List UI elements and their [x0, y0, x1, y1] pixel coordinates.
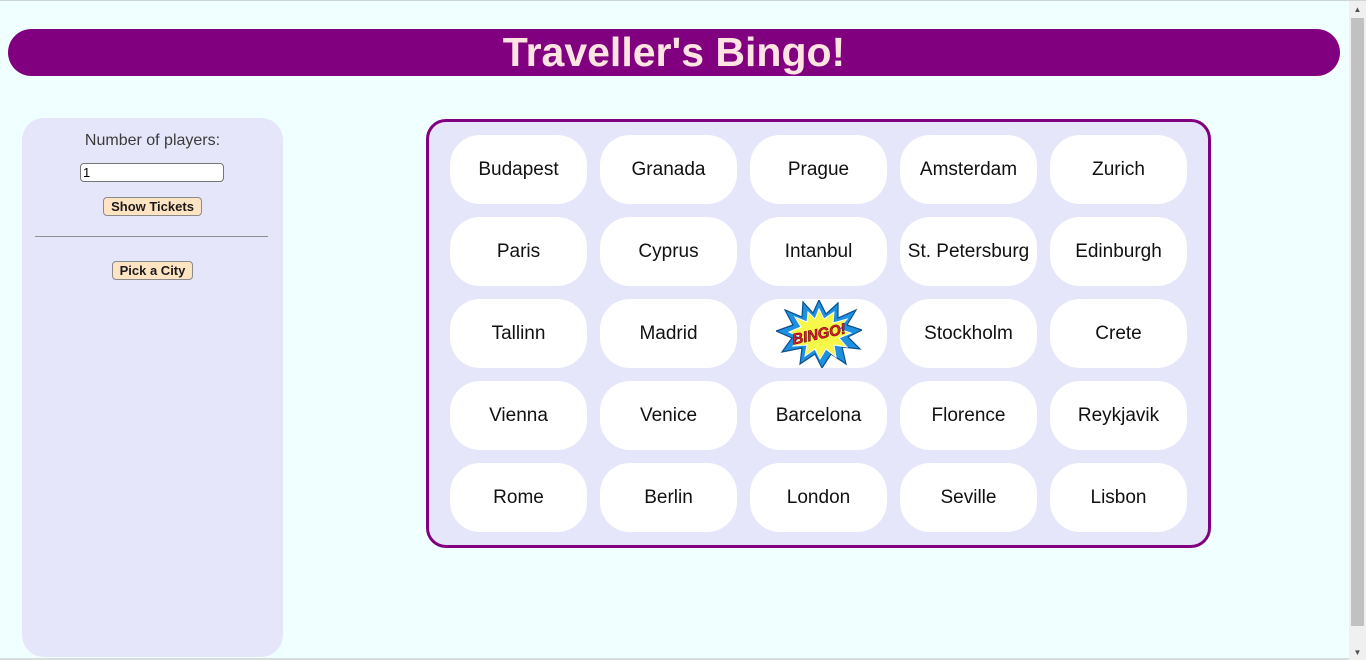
bingo-burst-icon: BINGO!	[775, 299, 862, 368]
scroll-down-arrow-icon[interactable]: ▼	[1349, 644, 1366, 660]
scroll-thumb[interactable]	[1351, 18, 1364, 626]
players-input[interactable]	[80, 163, 224, 182]
city-cell-florence[interactable]: Florence	[900, 381, 1037, 450]
show-tickets-button[interactable]: Show Tickets	[103, 197, 202, 216]
city-cell-barcelona[interactable]: Barcelona	[750, 381, 887, 450]
city-cell-prague[interactable]: Prague	[750, 135, 887, 204]
city-cell-lisbon[interactable]: Lisbon	[1050, 463, 1187, 532]
city-cell-st-petersburg[interactable]: St. Petersburg	[900, 217, 1037, 286]
city-cell-intanbul[interactable]: Intanbul	[750, 217, 887, 286]
divider	[35, 236, 268, 237]
city-cell-edinburgh[interactable]: Edinburgh	[1050, 217, 1187, 286]
city-cell-crete[interactable]: Crete	[1050, 299, 1187, 368]
players-label: Number of players:	[84, 132, 221, 149]
page-title: Traveller's Bingo!	[502, 29, 846, 75]
city-cell-amsterdam[interactable]: Amsterdam	[900, 135, 1037, 204]
city-cell-reykjavik[interactable]: Reykjavik	[1050, 381, 1187, 450]
city-cell-zurich[interactable]: Zurich	[1050, 135, 1187, 204]
city-cell-budapest[interactable]: Budapest	[450, 135, 587, 204]
bingo-free-cell[interactable]: BINGO!	[750, 299, 887, 368]
city-cell-venice[interactable]: Venice	[600, 381, 737, 450]
bingo-board: Budapest Granada Prague Amsterdam Zurich…	[426, 119, 1211, 548]
control-panel: Number of players: Show Tickets Pick a C…	[22, 118, 283, 657]
scroll-up-arrow-icon[interactable]: ▲	[1349, 1, 1366, 18]
city-cell-stockholm[interactable]: Stockholm	[900, 299, 1037, 368]
city-cell-seville[interactable]: Seville	[900, 463, 1037, 532]
pick-city-button[interactable]: Pick a City	[112, 261, 193, 280]
city-cell-rome[interactable]: Rome	[450, 463, 587, 532]
city-cell-tallinn[interactable]: Tallinn	[450, 299, 587, 368]
city-cell-berlin[interactable]: Berlin	[600, 463, 737, 532]
title-banner: Traveller's Bingo!	[8, 29, 1340, 76]
city-cell-london[interactable]: London	[750, 463, 887, 532]
city-cell-cyprus[interactable]: Cyprus	[600, 217, 737, 286]
city-cell-granada[interactable]: Granada	[600, 135, 737, 204]
city-cell-madrid[interactable]: Madrid	[600, 299, 737, 368]
bingo-grid: Budapest Granada Prague Amsterdam Zurich…	[450, 135, 1187, 532]
city-cell-paris[interactable]: Paris	[450, 217, 587, 286]
city-cell-vienna[interactable]: Vienna	[450, 381, 587, 450]
vertical-scrollbar[interactable]: ▲ ▼	[1349, 1, 1366, 660]
